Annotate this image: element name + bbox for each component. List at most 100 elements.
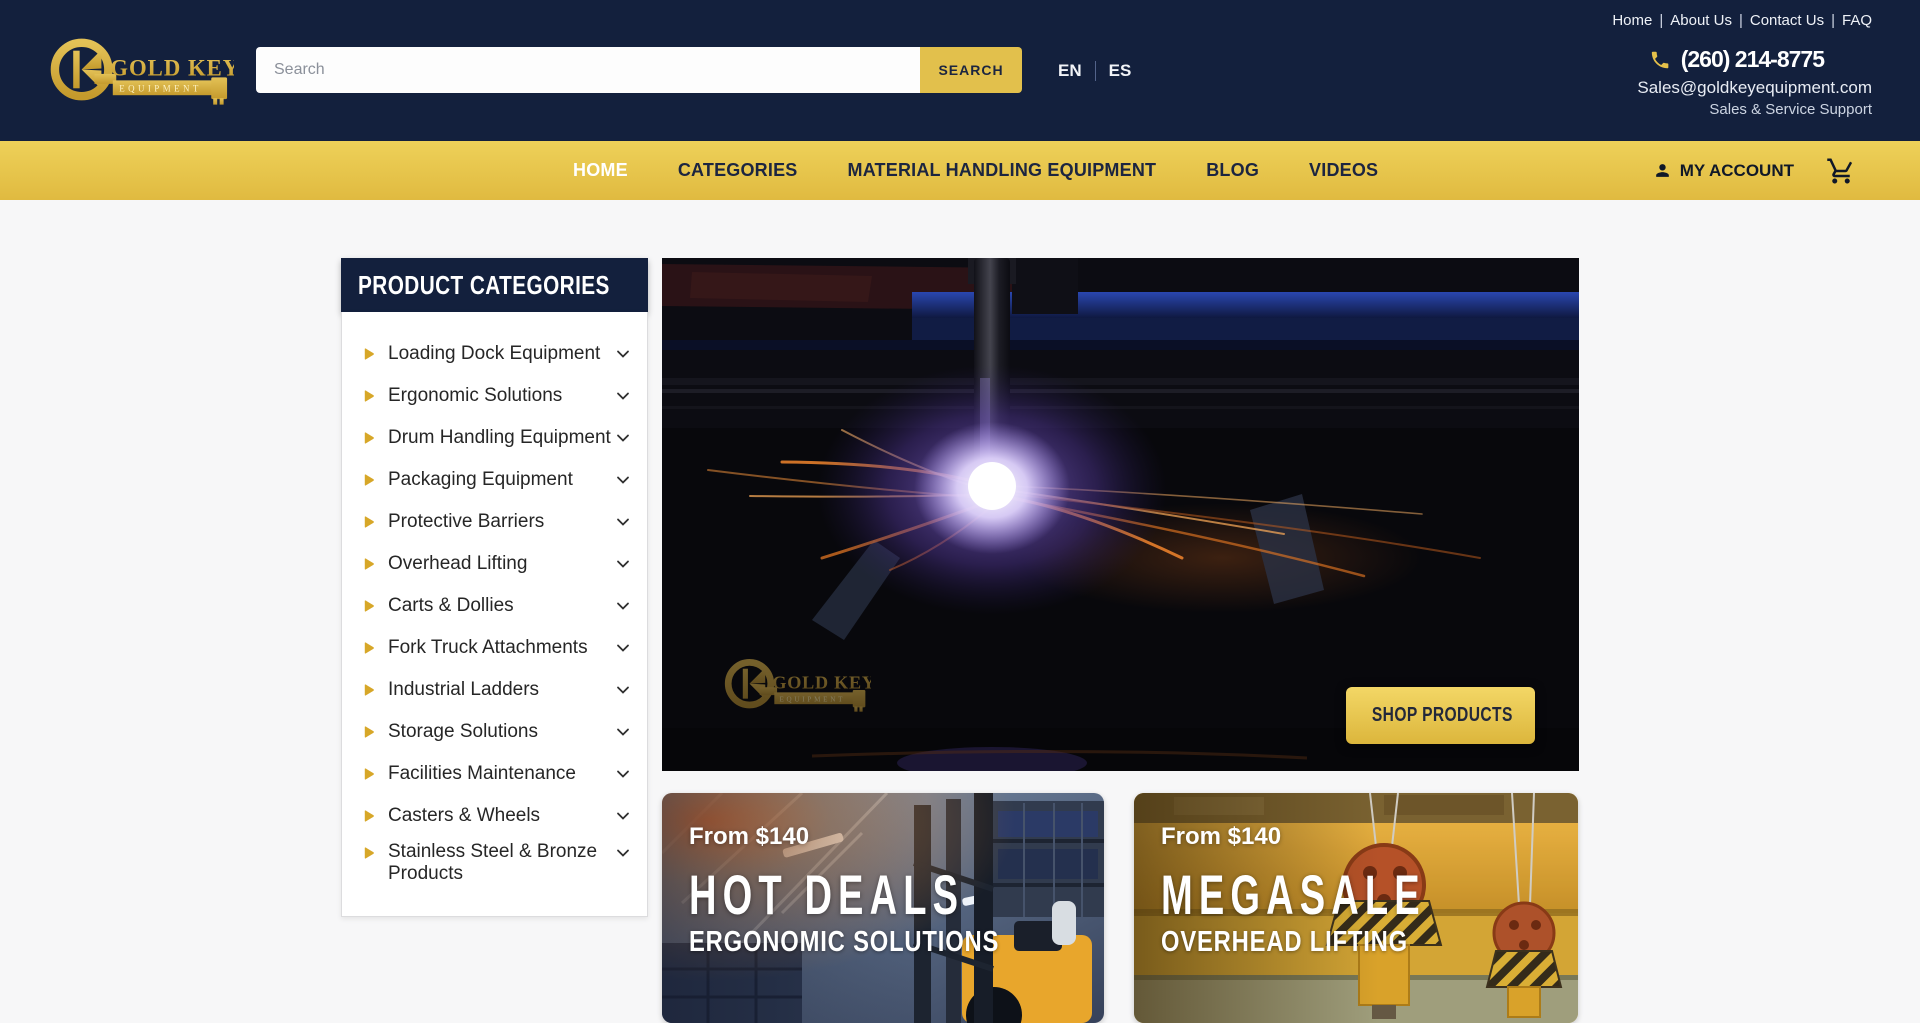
chevron-down-icon[interactable] [615,682,631,698]
chevron-down-icon[interactable] [615,845,631,861]
sidebar-item-fork-truck-attachments[interactable]: Fork Truck Attachments [342,627,647,669]
chevron-down-icon[interactable] [615,430,631,446]
play-triangle-icon [362,846,375,860]
play-triangle-icon [362,347,375,361]
top-links: Home | About Us | Contact Us | FAQ [1612,12,1872,29]
sidebar-item-overhead-lifting[interactable]: Overhead Lifting [342,543,647,585]
search-input[interactable] [256,47,920,93]
sidebar-item-label: Carts & Dollies [388,595,615,617]
sidebar-item-label: Overhead Lifting [388,553,615,575]
nav-item-categories[interactable]: CATEGORIES [678,160,798,181]
sidebar-item-label: Casters & Wheels [388,805,615,827]
chevron-down-icon[interactable] [615,346,631,362]
nav-item-home[interactable]: HOME [573,160,628,181]
nav-right: MY ACCOUNT [1653,141,1856,200]
chevron-down-icon[interactable] [615,514,631,530]
phone-icon [1649,49,1671,71]
nav-item-blog[interactable]: BLOG [1206,160,1259,181]
play-triangle-icon [362,809,375,823]
link-separator: | [1739,12,1743,29]
link-faq[interactable]: FAQ [1842,12,1872,29]
logo-sub-text: EQUIPMENT [119,84,202,94]
sidebar-item-ergonomic-solutions[interactable]: Ergonomic Solutions [342,375,647,417]
sidebar-item-label: Protective Barriers [388,511,615,533]
play-triangle-icon [362,473,375,487]
phone-number[interactable]: (260) 214-8775 [1681,46,1824,73]
header-contact-block: Home | About Us | Contact Us | FAQ (260)… [1612,12,1872,118]
promo-card-megasale[interactable]: From $140 MEGASALE OVERHEAD LIFTING [1134,793,1578,1023]
sidebar-item-storage-solutions[interactable]: Storage Solutions [342,711,647,753]
lang-en[interactable]: EN [1058,61,1082,81]
gold-key-logo[interactable]: GOLD KEY EQUIPMENT [46,24,234,112]
sidebar-item-loading-dock-equipment[interactable]: Loading Dock Equipment [342,333,647,375]
link-home[interactable]: Home [1612,12,1652,29]
main-content: PRODUCT CATEGORIES Loading Dock Equipmen… [341,258,1579,1023]
sidebar-item-stainless-steel-bronze-products[interactable]: Stainless Steel & Bronze Products [342,837,647,886]
chevron-down-icon[interactable] [615,472,631,488]
play-triangle-icon [362,515,375,529]
main-nav: HOME CATEGORIES MATERIAL HANDLING EQUIPM… [0,141,1920,200]
play-triangle-icon [362,767,375,781]
sidebar-item-packaging-equipment[interactable]: Packaging Equipment [342,459,647,501]
watermark-sub-text: EQUIPMENT [779,695,845,703]
lang-separator [1095,61,1096,81]
product-categories-sidebar: PRODUCT CATEGORIES Loading Dock Equipmen… [341,258,648,917]
my-account-label: MY ACCOUNT [1680,161,1794,181]
link-separator: | [1659,12,1663,29]
watermark-name-text: GOLD KEY [772,672,871,692]
link-separator: | [1831,12,1835,29]
sidebar-item-label: Storage Solutions [388,721,615,743]
nav-item-material-handling-equipment[interactable]: MATERIAL HANDLING EQUIPMENT [848,160,1157,181]
play-triangle-icon [362,599,375,613]
promo-price: From $140 [689,823,1094,851]
promo-card-hot-deals[interactable]: From $140 HOT DEALS ERGONOMIC SOLUTIONS [662,793,1104,1023]
shop-products-button[interactable]: SHOP PRODUCTS [1346,687,1535,744]
language-switcher: EN ES [1058,52,1131,90]
sidebar-item-label: Facilities Maintenance [388,763,615,785]
sidebar-item-label: Industrial Ladders [388,679,615,701]
sidebar-item-carts-dollies[interactable]: Carts & Dollies [342,585,647,627]
promo-title: HOT DEALS [689,867,964,923]
category-list: Loading Dock Equipment Ergonomic Solutio… [341,312,648,917]
chevron-down-icon[interactable] [615,640,631,656]
sidebar-item-facilities-maintenance[interactable]: Facilities Maintenance [342,753,647,795]
sidebar-item-label: Ergonomic Solutions [388,385,615,407]
sidebar-item-protective-barriers[interactable]: Protective Barriers [342,501,647,543]
my-account-button[interactable]: MY ACCOUNT [1653,161,1794,181]
play-triangle-icon [362,431,375,445]
sidebar-item-casters-wheels[interactable]: Casters & Wheels [342,795,647,837]
logo-name-text: GOLD KEY [110,55,234,80]
sidebar-item-label: Packaging Equipment [388,469,615,491]
promo-title: MEGASALE [1161,867,1426,923]
link-contact-us[interactable]: Contact Us [1750,12,1824,29]
chevron-down-icon[interactable] [615,808,631,824]
chevron-down-icon[interactable] [615,388,631,404]
key-emblem-icon [55,43,116,96]
sidebar-item-label: Stainless Steel & Bronze Products [388,841,615,886]
sidebar-header: PRODUCT CATEGORIES [341,258,648,312]
nav-links: HOME CATEGORIES MATERIAL HANDLING EQUIPM… [573,141,1378,200]
sidebar-item-drum-handling-equipment[interactable]: Drum Handling Equipment [342,417,647,459]
sidebar-title: PRODUCT CATEGORIES [358,270,610,301]
hero-watermark-logo: GOLD KEY EQUIPMENT [721,649,871,716]
lang-es[interactable]: ES [1109,61,1132,81]
link-about-us[interactable]: About Us [1670,12,1732,29]
sidebar-item-label: Fork Truck Attachments [388,637,615,659]
chevron-down-icon[interactable] [615,598,631,614]
email-link[interactable]: Sales@goldkeyequipment.com [1612,78,1872,98]
play-triangle-icon [362,389,375,403]
search-button[interactable]: SEARCH [920,47,1022,93]
hero-column: GOLD KEY EQUIPMENT SHOP PRODUCTS [662,258,1579,1023]
cart-icon[interactable] [1826,156,1856,186]
chevron-down-icon[interactable] [615,556,631,572]
chevron-down-icon[interactable] [615,724,631,740]
phone-row: (260) 214-8775 [1612,46,1824,73]
promo-text-block: From $140 MEGASALE OVERHEAD LIFTING [1161,823,1550,959]
site-header: GOLD KEY EQUIPMENT SEARCH EN ES Home | A… [0,0,1920,141]
sidebar-item-industrial-ladders[interactable]: Industrial Ladders [342,669,647,711]
promo-subtitle: OVERHEAD LIFTING [1161,926,1480,959]
promo-price: From $140 [1161,823,1550,851]
promo-text-block: From $140 HOT DEALS ERGONOMIC SOLUTIONS [689,823,1094,959]
chevron-down-icon[interactable] [615,766,631,782]
nav-item-videos[interactable]: VIDEOS [1309,160,1378,181]
